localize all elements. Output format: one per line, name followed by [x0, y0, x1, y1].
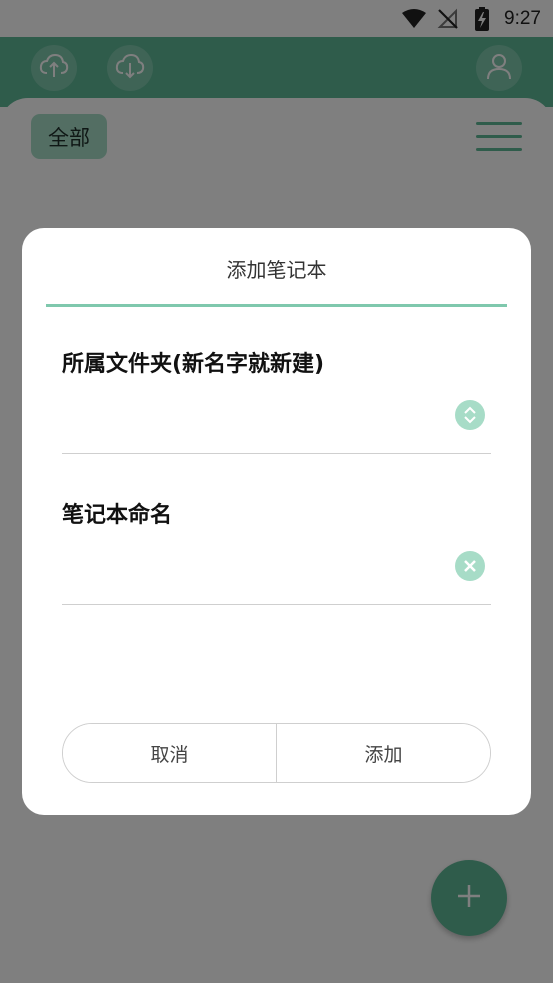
- folder-field-underline: [62, 453, 491, 454]
- notebook-name-input[interactable]: [62, 549, 442, 583]
- dialog-button-group: 取消 添加: [62, 723, 491, 783]
- folder-field-label: 所属文件夹(新名字就新建): [62, 352, 325, 377]
- name-field-underline: [62, 604, 491, 605]
- add-notebook-dialog: 添加笔记本 所属文件夹(新名字就新建) 笔记本命名 取消 添加: [22, 228, 531, 815]
- name-field-label: 笔记本命名: [62, 503, 173, 528]
- clear-icon[interactable]: [455, 551, 485, 581]
- add-button[interactable]: 添加: [276, 724, 490, 782]
- cancel-button[interactable]: 取消: [63, 724, 276, 782]
- dialog-divider: [46, 304, 507, 307]
- folder-input[interactable]: [62, 398, 442, 432]
- chevron-up-down-icon[interactable]: [455, 400, 485, 430]
- dialog-title: 添加笔记本: [226, 258, 327, 282]
